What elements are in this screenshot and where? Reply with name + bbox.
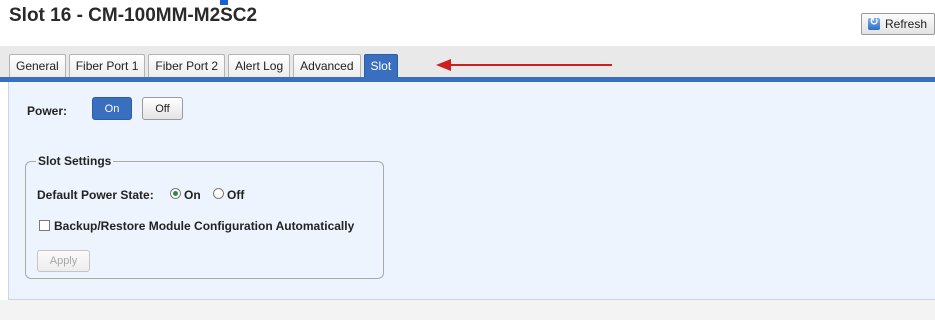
backup-restore-label[interactable]: Backup/Restore Module Configuration Auto…: [54, 219, 354, 233]
backup-restore-checkbox[interactable]: [39, 220, 50, 231]
footer-bar: [0, 300, 935, 320]
refresh-button[interactable]: Refresh: [861, 13, 935, 35]
annotation-arrow-icon: [436, 59, 612, 71]
refresh-label: Refresh: [885, 17, 928, 31]
default-power-state-label: Default Power State:: [37, 188, 154, 202]
tab-alert-log[interactable]: Alert Log: [228, 54, 291, 77]
default-power-off-label[interactable]: Off: [227, 188, 244, 202]
power-label: Power:: [27, 104, 68, 118]
default-power-on-label[interactable]: On: [184, 188, 201, 202]
tab-general[interactable]: General: [9, 54, 66, 77]
refresh-icon: [868, 15, 880, 30]
tab-list: General Fiber Port 1 Fiber Port 2 Alert …: [9, 54, 399, 77]
tab-fiber-port-2[interactable]: Fiber Port 2: [148, 54, 226, 77]
power-off-button[interactable]: Off: [142, 97, 183, 120]
default-power-on-radio[interactable]: [170, 188, 181, 199]
power-on-button[interactable]: On: [92, 97, 132, 120]
tab-advanced[interactable]: Advanced: [293, 54, 361, 77]
tab-fiber-port-1[interactable]: Fiber Port 1: [68, 54, 146, 77]
apply-button[interactable]: Apply: [37, 250, 90, 272]
default-power-off-radio[interactable]: [213, 188, 224, 199]
tab-slot[interactable]: Slot: [363, 54, 399, 77]
slot-settings-legend: Slot Settings: [38, 154, 112, 168]
page-title: Slot 16 - CM-100MM-M2SC2: [9, 5, 258, 26]
